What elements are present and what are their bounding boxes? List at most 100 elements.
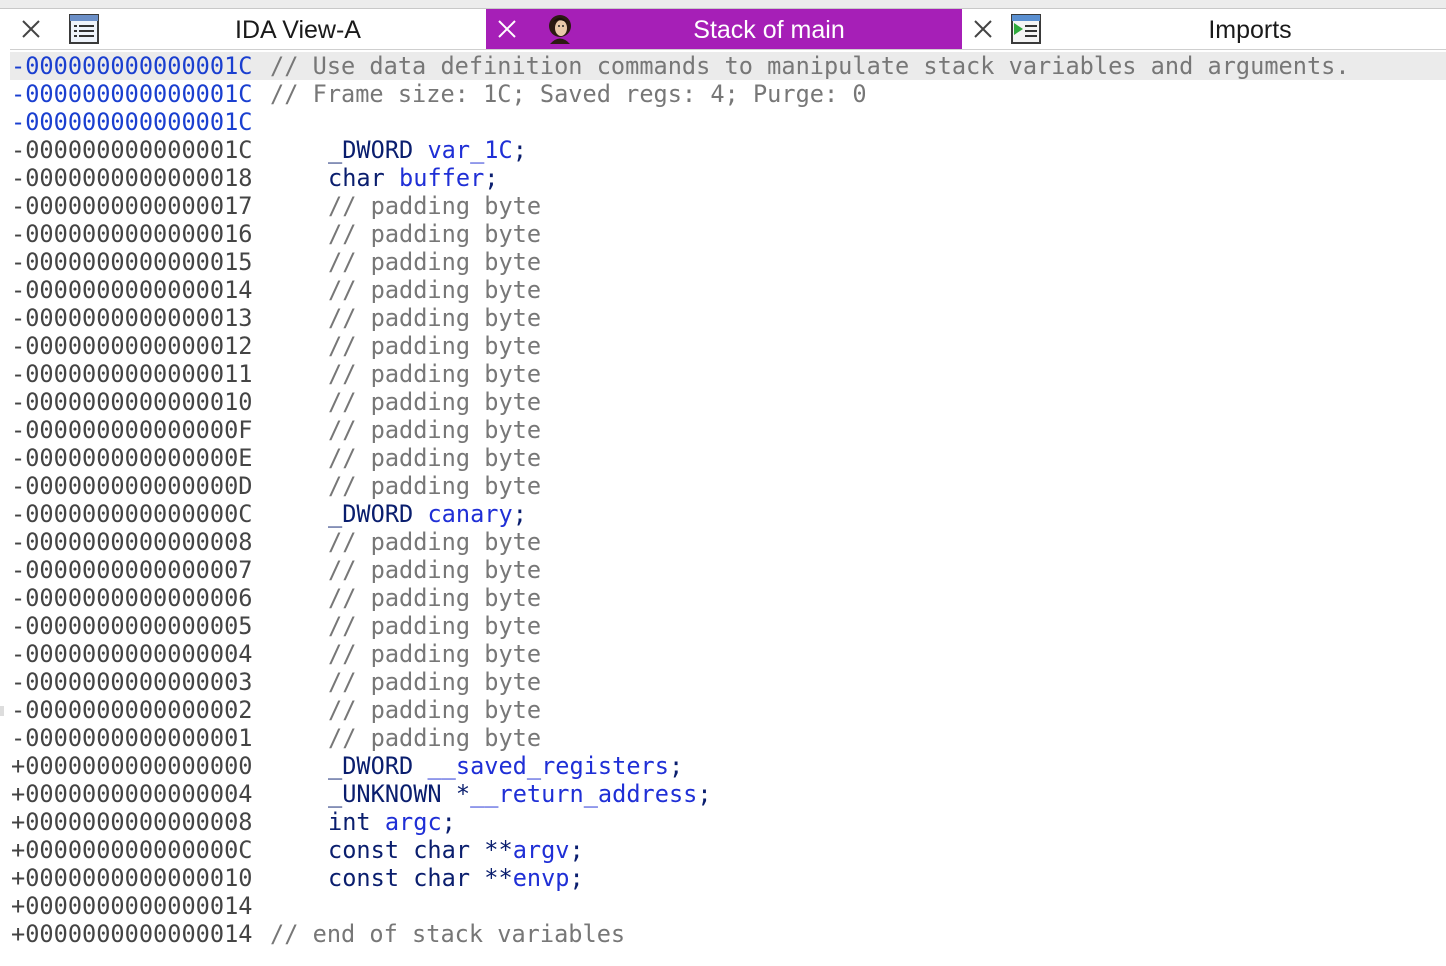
listing-line[interactable]: -0000000000000005 // padding byte bbox=[10, 612, 1446, 640]
variable-name[interactable]: __return_address bbox=[470, 780, 697, 808]
line-address: -0000000000000008 bbox=[11, 528, 253, 556]
close-icon[interactable] bbox=[496, 18, 518, 40]
line-address: +000000000000000C bbox=[11, 836, 253, 864]
listing-line[interactable]: -000000000000001C // Use data definition … bbox=[10, 52, 1446, 80]
line-address: -0000000000000001 bbox=[11, 724, 253, 752]
listing-line[interactable]: -0000000000000007 // padding byte bbox=[10, 556, 1446, 584]
listing-line[interactable]: -0000000000000010 // padding byte bbox=[10, 388, 1446, 416]
line-address: -000000000000000C bbox=[11, 500, 253, 528]
semicolon: ; bbox=[512, 136, 527, 164]
line-address: -0000000000000003 bbox=[11, 668, 253, 696]
pointer-stars: ** bbox=[484, 836, 513, 864]
line-address: -0000000000000012 bbox=[11, 332, 253, 360]
semicolon: ; bbox=[697, 780, 712, 808]
line-address: -0000000000000013 bbox=[11, 304, 253, 332]
line-address: -0000000000000005 bbox=[11, 612, 253, 640]
variable-name[interactable]: argc bbox=[385, 808, 442, 836]
variable-name[interactable]: __saved_registers bbox=[427, 752, 668, 780]
line-address: +0000000000000014 bbox=[11, 892, 253, 920]
listing-line[interactable]: -0000000000000001 // padding byte bbox=[10, 724, 1446, 752]
line-comment: // padding byte bbox=[328, 528, 542, 556]
line-comment: // padding byte bbox=[328, 416, 542, 444]
line-address: -0000000000000002 bbox=[11, 696, 253, 724]
line-comment: // padding byte bbox=[328, 612, 542, 640]
line-comment: // padding byte bbox=[328, 472, 542, 500]
line-address: -0000000000000014 bbox=[11, 276, 253, 304]
semicolon: ; bbox=[569, 864, 584, 892]
tab-bar: IDA View-A Stack of main Imports bbox=[10, 9, 1446, 50]
line-comment: // padding byte bbox=[328, 444, 542, 472]
tab-label: IDA View-A bbox=[235, 16, 361, 44]
line-address: -0000000000000015 bbox=[11, 248, 253, 276]
listing-line[interactable]: -0000000000000016 // padding byte bbox=[10, 220, 1446, 248]
line-address: -000000000000000E bbox=[11, 444, 253, 472]
line-comment: // Use data definition commands to manip… bbox=[270, 52, 1350, 80]
type-keyword: _UNKNOWN bbox=[328, 780, 442, 808]
listing-line[interactable]: -000000000000001C // Frame size: 1C; Save… bbox=[10, 80, 1446, 108]
listing-line[interactable]: +0000000000000004 _UNKNOWN *__return_addr… bbox=[10, 780, 1446, 808]
listing-line[interactable]: -0000000000000015 // padding byte bbox=[10, 248, 1446, 276]
line-comment: // padding byte bbox=[328, 584, 542, 612]
listing-line[interactable]: -0000000000000017 // padding byte bbox=[10, 192, 1446, 220]
variable-name[interactable]: buffer bbox=[399, 164, 484, 192]
listing-line[interactable]: -000000000000000F // padding byte bbox=[10, 416, 1446, 444]
type-keyword: _DWORD bbox=[328, 500, 414, 528]
listing-line[interactable]: -0000000000000013 // padding byte bbox=[10, 304, 1446, 332]
listing-line[interactable]: +0000000000000000 _DWORD __saved_register… bbox=[10, 752, 1446, 780]
stack-frame-listing[interactable]: -000000000000001C // Use data definition … bbox=[10, 52, 1446, 966]
variable-name[interactable]: envp bbox=[513, 864, 570, 892]
listing-line[interactable]: -0000000000000004 // padding byte bbox=[10, 640, 1446, 668]
listing-line[interactable]: +0000000000000010 const char **envp; bbox=[10, 864, 1446, 892]
variable-name[interactable]: canary bbox=[427, 500, 512, 528]
variable-name[interactable]: argv bbox=[513, 836, 570, 864]
line-comment: // padding byte bbox=[328, 276, 542, 304]
line-address: +0000000000000004 bbox=[11, 780, 253, 808]
listing-line[interactable]: -0000000000000011 // padding byte bbox=[10, 360, 1446, 388]
tab-stack-of-main[interactable]: Stack of main bbox=[486, 9, 962, 49]
listing-line[interactable]: +0000000000000014 bbox=[10, 892, 1446, 920]
semicolon: ; bbox=[569, 836, 584, 864]
listing-line[interactable]: -000000000000001C _DWORD var_1C; bbox=[10, 136, 1446, 164]
listing-line[interactable]: -0000000000000003 // padding byte bbox=[10, 668, 1446, 696]
listing-line[interactable]: -000000000000000C _DWORD canary; bbox=[10, 500, 1446, 528]
semicolon: ; bbox=[512, 500, 527, 528]
close-icon[interactable] bbox=[972, 18, 994, 40]
portrait-icon bbox=[544, 13, 576, 45]
line-comment: // padding byte bbox=[328, 360, 542, 388]
line-comment: // padding byte bbox=[328, 304, 542, 332]
pointer-stars: ** bbox=[484, 864, 513, 892]
line-address: +0000000000000014 bbox=[11, 920, 253, 948]
tab-imports[interactable]: Imports bbox=[962, 9, 1438, 49]
listing-line[interactable]: -000000000000000E // padding byte bbox=[10, 444, 1446, 472]
listing-line[interactable]: -0000000000000018 char buffer; bbox=[10, 164, 1446, 192]
type-keyword: _DWORD bbox=[328, 752, 414, 780]
line-comment: // padding byte bbox=[328, 640, 542, 668]
listing-line[interactable]: -0000000000000002 // padding byte bbox=[10, 696, 1446, 724]
line-comment: // padding byte bbox=[328, 696, 542, 724]
listing-line[interactable]: +0000000000000008 int argc; bbox=[10, 808, 1446, 836]
semicolon: ; bbox=[441, 808, 456, 836]
listing-line[interactable]: -0000000000000008 // padding byte bbox=[10, 528, 1446, 556]
line-address: -0000000000000007 bbox=[11, 556, 253, 584]
tab-label: Imports bbox=[1208, 16, 1292, 44]
line-address: -000000000000000F bbox=[11, 416, 253, 444]
line-comment: // padding byte bbox=[328, 556, 542, 584]
close-icon[interactable] bbox=[20, 18, 42, 40]
line-address: +0000000000000000 bbox=[11, 752, 253, 780]
listing-line[interactable]: -0000000000000012 // padding byte bbox=[10, 332, 1446, 360]
line-address: -0000000000000016 bbox=[11, 220, 253, 248]
listing-line[interactable]: +000000000000000C const char **argv; bbox=[10, 836, 1446, 864]
line-address: -0000000000000011 bbox=[11, 360, 253, 388]
listing-line[interactable]: +0000000000000014 // end of stack variabl… bbox=[10, 920, 1446, 948]
listing-line[interactable]: -000000000000001C bbox=[10, 108, 1446, 136]
splitter-handle[interactable] bbox=[0, 706, 4, 716]
tab-ida-view-a[interactable]: IDA View-A bbox=[10, 9, 486, 49]
line-address: -0000000000000010 bbox=[11, 388, 253, 416]
listing-line[interactable]: -0000000000000006 // padding byte bbox=[10, 584, 1446, 612]
listing-line[interactable]: -0000000000000014 // padding byte bbox=[10, 276, 1446, 304]
line-address: -000000000000001C bbox=[11, 80, 253, 108]
line-comment: // Frame size: 1C; Saved regs: 4; Purge:… bbox=[270, 80, 867, 108]
listing-line[interactable]: -000000000000000D // padding byte bbox=[10, 472, 1446, 500]
line-comment: // padding byte bbox=[328, 220, 542, 248]
variable-name[interactable]: var_1C bbox=[427, 136, 512, 164]
